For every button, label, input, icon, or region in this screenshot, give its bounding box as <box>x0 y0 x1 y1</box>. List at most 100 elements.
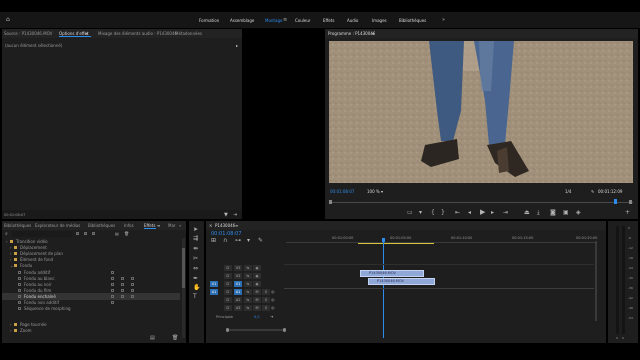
eye-icon[interactable]: ◉ <box>253 281 261 287</box>
tab-infos[interactable]: Infos <box>124 223 134 228</box>
delete-icon[interactable]: 🗑 <box>172 335 178 341</box>
vr-icon[interactable]: ◈ <box>576 210 581 216</box>
workspace-effets[interactable]: Effets <box>323 18 334 23</box>
track-lock-a2[interactable]: ⊡ <box>224 297 232 303</box>
go-to-out-icon[interactable]: ⇥ <box>503 210 508 216</box>
effects-scrollbar[interactable] <box>182 238 185 338</box>
mute-a2[interactable]: M <box>253 297 261 303</box>
timeline-scrollbar[interactable] <box>595 241 597 321</box>
tab-audio-mixer[interactable]: Mixage des éléments audio : P1430046 <box>98 31 177 36</box>
home-icon[interactable]: ⌂ <box>6 17 10 23</box>
mic-icon[interactable]: ◎ <box>271 305 275 311</box>
effects-menu-icon[interactable]: ≡ <box>157 223 160 228</box>
new-bin-icon[interactable]: ▤ <box>150 335 155 341</box>
scrub-end-handle[interactable] <box>629 200 632 204</box>
track-v2[interactable]: V2 <box>234 273 242 279</box>
chevron-down-icon[interactable]: ▾ <box>381 189 383 194</box>
zoom-handle-left[interactable] <box>226 328 229 332</box>
mic-icon[interactable]: ◎ <box>271 289 275 295</box>
scrub-bar[interactable] <box>330 202 633 203</box>
tree-row-zoom[interactable]: › Zoom <box>2 327 180 334</box>
more-icon[interactable]: » <box>442 17 445 23</box>
track-v3[interactable]: V3 <box>234 265 242 271</box>
track-sync-v3[interactable]: ⇆ <box>244 265 252 271</box>
settings-wrench-icon[interactable]: ✎ <box>258 238 263 244</box>
add-marker-icon[interactable]: ▾ <box>247 238 250 244</box>
solo-a2[interactable]: S <box>262 297 270 303</box>
track-sync-v2[interactable]: ⇆ <box>244 273 252 279</box>
solo-left[interactable]: S <box>616 336 618 341</box>
eye-icon[interactable]: ◉ <box>253 265 261 271</box>
play-icon[interactable]: ▶ <box>480 209 485 216</box>
mic-icon[interactable]: ◎ <box>271 297 275 303</box>
work-area-bar[interactable] <box>358 243 434 244</box>
sequence-menu-icon[interactable]: ≡ <box>235 223 238 228</box>
tab-source[interactable]: Source : P1430046.MOV <box>4 31 52 36</box>
filter-icon[interactable]: ▼ <box>224 212 228 218</box>
workspace-assemblage[interactable]: Assemblage <box>230 18 254 23</box>
tab-bibliotheques-1[interactable]: Bibliothèques <box>4 223 31 228</box>
slip-icon[interactable]: ⇔ <box>193 266 198 272</box>
solo-a1[interactable]: S <box>262 289 270 295</box>
track-sync-a3[interactable]: ⇆ <box>244 305 252 311</box>
accelerated-filter-icon[interactable] <box>76 232 79 235</box>
playhead-marker[interactable] <box>614 199 617 204</box>
overflow-icon[interactable]: » <box>179 223 181 228</box>
program-menu-icon[interactable]: ≡ <box>371 31 374 36</box>
track-select-icon[interactable]: ⇶ <box>193 236 198 242</box>
fraction-select[interactable]: 1/4 <box>565 189 571 194</box>
sequence-tab[interactable]: P1430046 <box>215 223 235 228</box>
step-back-icon[interactable]: ◂ <box>468 210 471 216</box>
track-a3[interactable]: A3 <box>234 305 242 311</box>
zoom-select[interactable]: 100 % <box>367 189 380 194</box>
solo-a3[interactable]: S <box>262 305 270 311</box>
track-a1[interactable]: A1 <box>234 289 242 295</box>
ripple-edit-icon[interactable]: ⇹ <box>193 246 198 252</box>
comparison-icon[interactable]: ▣ <box>563 210 569 216</box>
solo-right[interactable]: S <box>622 336 624 341</box>
pen-icon[interactable]: ✒ <box>193 276 198 282</box>
hand-icon[interactable]: ✋ <box>193 285 200 291</box>
tree-row-morphing[interactable]: Séquence de morphing <box>2 305 180 312</box>
track-sync-a1[interactable]: ⇆ <box>244 289 252 295</box>
workspace-audio[interactable]: Audio <box>347 18 358 23</box>
track-v1[interactable]: V1 <box>234 281 242 287</box>
scrub-start-handle[interactable] <box>329 200 332 204</box>
track-lock-a1[interactable]: ⊡ <box>224 289 232 295</box>
menu-lines-icon[interactable]: ≡ <box>283 17 287 23</box>
clip-a1[interactable]: P1430046.MOV <box>368 278 435 285</box>
wrench-icon[interactable]: ✎ <box>591 189 594 194</box>
go-to-end-icon[interactable]: ⇥ <box>270 314 273 320</box>
linked-selection-icon[interactable]: ⊶ <box>235 238 241 244</box>
step-forward-icon[interactable]: ▸ <box>491 210 494 216</box>
razor-icon[interactable]: ✂ <box>193 256 198 262</box>
mute-a3[interactable]: M <box>253 305 261 311</box>
source-patch-a1[interactable]: A1 <box>210 289 218 295</box>
track-lock-v1[interactable]: ⊡ <box>224 281 232 287</box>
mark-out-icon[interactable]: } <box>441 210 445 216</box>
track-lock-a3[interactable]: ⊡ <box>224 305 232 311</box>
eye-icon[interactable]: ◉ <box>253 273 261 279</box>
snap-icon[interactable]: ∩ <box>223 238 227 244</box>
32bit-filter-icon[interactable] <box>84 232 87 235</box>
mark-in-icon[interactable]: { <box>431 210 435 216</box>
tab-bibliotheques-2[interactable]: Bibliothèques <box>88 223 115 228</box>
workspace-images[interactable]: Images <box>372 18 387 23</box>
track-sync-v1[interactable]: ⇆ <box>244 281 252 287</box>
tab-media-browser[interactable]: Explorateur de médias <box>35 223 80 228</box>
zoom-scrollbar[interactable] <box>226 329 286 331</box>
master-value[interactable]: 0,0 <box>254 315 260 320</box>
search-icon[interactable]: ⌕ <box>5 231 8 237</box>
go-to-in-icon[interactable]: ⇤ <box>455 210 460 216</box>
source-patch-v1[interactable]: V1 <box>210 281 218 287</box>
track-lock-v2[interactable]: ⊡ <box>224 273 232 279</box>
clip-v1[interactable]: P1430046.MOV <box>360 270 424 277</box>
safe-margins-icon[interactable]: ▭ <box>407 210 413 216</box>
track-sync-a2[interactable]: ⇆ <box>244 297 252 303</box>
track-a2[interactable]: A2 <box>234 297 242 303</box>
workspace-couleur[interactable]: Couleur <box>295 18 311 23</box>
type-icon[interactable]: T <box>193 294 197 300</box>
lift-icon[interactable]: ⏏ <box>524 210 530 216</box>
search-input[interactable] <box>12 231 72 237</box>
insert-sequence-icon[interactable]: ⊞ <box>211 238 216 244</box>
